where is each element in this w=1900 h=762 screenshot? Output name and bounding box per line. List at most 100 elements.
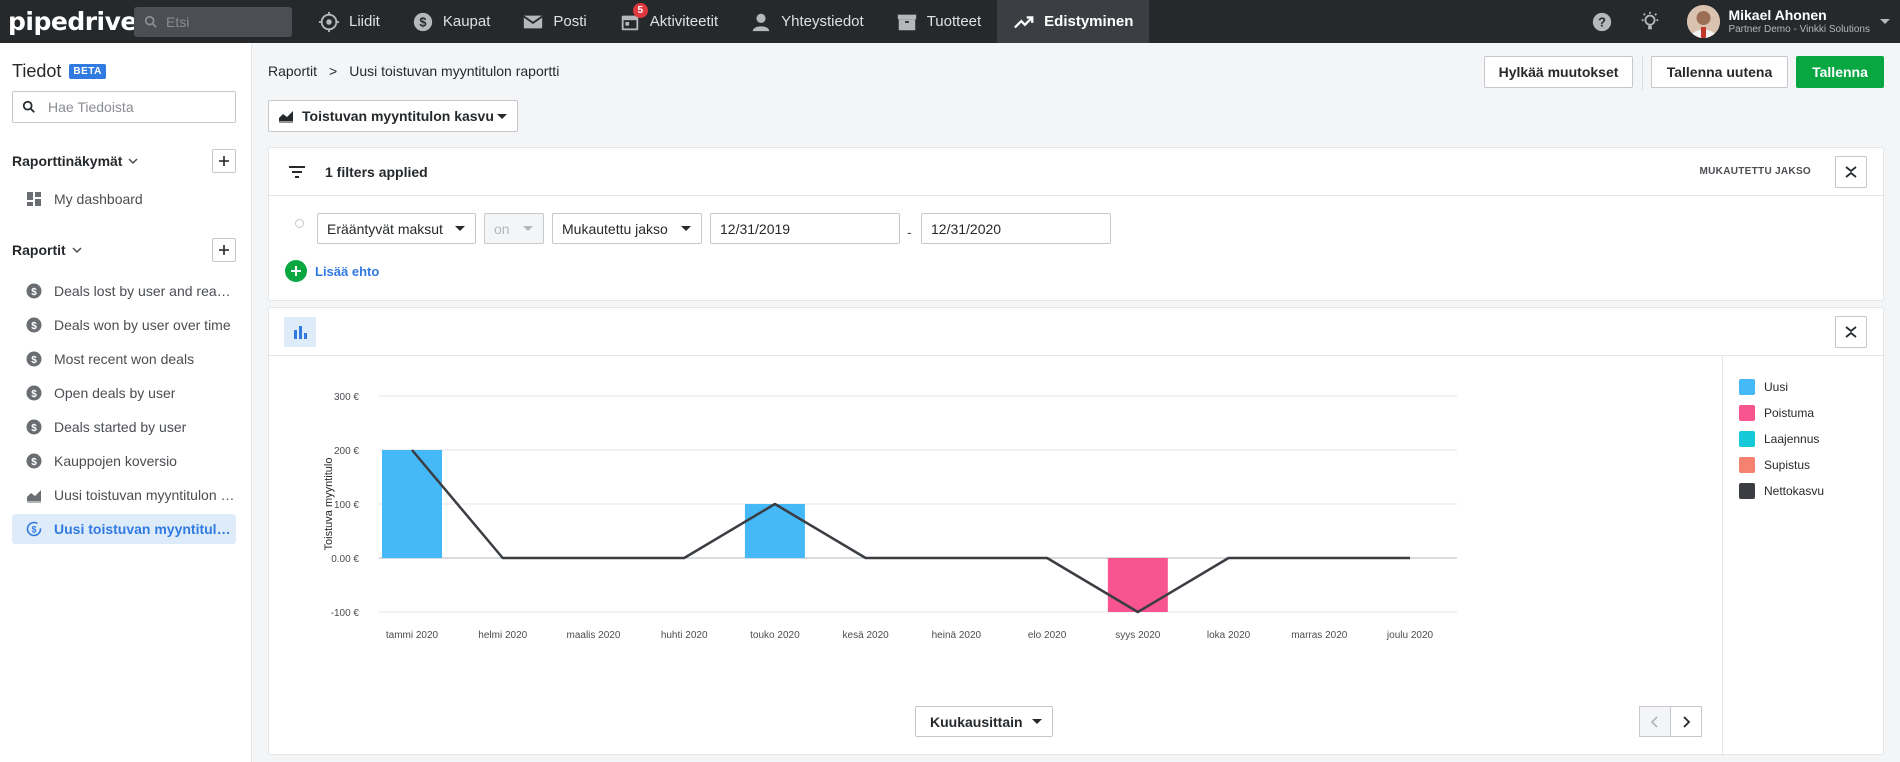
pipedrive-logo[interactable]: pipedrive <box>8 7 137 36</box>
discard-changes-button[interactable]: Hylkää muutokset <box>1484 56 1633 88</box>
chevron-down-icon <box>128 158 138 165</box>
reports-section-header[interactable]: Raportit <box>12 238 236 262</box>
nav-item-activities[interactable]: 5 Aktiviteetit <box>603 0 734 43</box>
bar-uusi[interactable] <box>744 504 805 558</box>
user-menu-chevron-down-icon[interactable] <box>1880 19 1890 24</box>
sidebar-item-label: Open deals by user <box>54 385 176 401</box>
line-nettokasvu[interactable] <box>411 449 1410 614</box>
sidebar-report-item[interactable]: $ Deals started by user <box>12 412 236 442</box>
grouping-select[interactable]: Kuukausittain <box>915 706 1053 737</box>
collapse-chart-button[interactable] <box>1835 316 1867 348</box>
nav-item-deals[interactable]: $ Kaupat <box>396 0 507 43</box>
legend-item-uusi[interactable]: Uusi <box>1739 374 1824 400</box>
previous-page-button[interactable] <box>1639 706 1671 737</box>
add-condition-button[interactable]: Lisää ehto <box>285 260 379 282</box>
sidebar-item-my-dashboard[interactable]: My dashboard <box>12 184 236 214</box>
sidebar-report-item-active[interactable]: $ Uusi toistuvan myyntitulon raportti <box>12 514 236 544</box>
sidebar-item-label: Uusi toistuvan myyntitulon raportti <box>54 487 236 503</box>
legend-item-laajennus[interactable]: Laajennus <box>1739 426 1824 452</box>
x-tick-label: huhti 2020 <box>661 630 708 641</box>
user-menu[interactable]: Mikael Ahonen Partner Demo - Vinkki Solu… <box>1728 7 1870 37</box>
sidebar-report-item[interactable]: Uusi toistuvan myyntitulon raportti <box>12 480 236 510</box>
chevron-right-icon <box>1683 715 1691 728</box>
sidebar-report-item[interactable]: $ Deals won by user over time <box>12 310 236 340</box>
bar-poistuma[interactable] <box>1107 558 1168 612</box>
legend-item-poistuma[interactable]: Poistuma <box>1739 400 1824 426</box>
nav-item-contacts[interactable]: Yhteystiedot <box>734 0 880 43</box>
sidebar-search-placeholder: Hae Tiedoista <box>48 99 134 115</box>
x-tick-label: joulu 2020 <box>1386 630 1434 641</box>
target-icon <box>318 11 340 32</box>
recurring-revenue-icon: $ <box>26 521 42 537</box>
sidebar-title: Tiedot BETA <box>12 61 106 82</box>
filter-date-to-input[interactable]: 12/31/2020 <box>921 213 1111 244</box>
nav-item-label: Posti <box>553 13 587 30</box>
filter-field-select[interactable]: Erääntyvät maksut <box>317 213 476 244</box>
box-icon <box>897 14 916 30</box>
sidebar-item-label: Deals lost by user and reason <box>54 283 236 299</box>
sidebar-item-label: Kauppojen koversio <box>54 453 177 469</box>
report-type-select[interactable]: Toistuvan myyntitulon kasvu <box>268 100 518 132</box>
dollar-icon: $ <box>26 283 42 299</box>
chart-type-button[interactable] <box>284 317 316 347</box>
chevron-down-icon <box>523 226 533 231</box>
sidebar-search-input[interactable]: Hae Tiedoista <box>12 91 236 123</box>
save-as-new-button[interactable]: Tallenna uutena <box>1651 56 1788 88</box>
plus-icon <box>219 156 229 166</box>
user-avatar[interactable] <box>1687 5 1721 38</box>
help-icon[interactable]: ? <box>1591 11 1613 33</box>
legend-label: Nettokasvu <box>1764 484 1825 498</box>
nav-item-leads[interactable]: Liidit <box>302 0 396 43</box>
chart-x-ticks: tammi 2020 helmi 2020 maalis 2020 huhti 202… <box>386 630 1434 641</box>
dollar-icon: $ <box>26 419 42 435</box>
add-report-button[interactable] <box>212 238 236 262</box>
legend-swatch <box>1739 379 1755 395</box>
breadcrumb-root[interactable]: Raportit <box>268 63 317 79</box>
filter-period-select[interactable]: Mukautettu jakso <box>552 213 702 244</box>
filter-field-value: Erääntyvät maksut <box>327 220 443 237</box>
save-button[interactable]: Tallenna <box>1796 56 1884 88</box>
y-tick-label: 0.00 € <box>331 554 359 565</box>
sidebar-item-label: Deals won by user over time <box>54 317 231 333</box>
chevron-down-icon <box>681 226 691 231</box>
chevron-down-icon <box>455 226 465 231</box>
y-tick-label: -100 € <box>331 608 360 619</box>
area-chart-icon <box>27 490 41 503</box>
dashboards-section-header[interactable]: Raporttinäkymät <box>12 149 236 173</box>
lightbulb-icon[interactable] <box>1639 11 1661 33</box>
nav-item-label: Kaupat <box>442 13 491 30</box>
svg-text:$: $ <box>31 321 37 332</box>
svg-text:$: $ <box>419 14 426 29</box>
legend-item-nettokasvu[interactable]: Nettokasvu <box>1739 478 1824 504</box>
filter-operator-select: on <box>484 213 544 244</box>
search-icon <box>144 15 157 28</box>
collapse-icon <box>1845 166 1857 178</box>
x-tick-label: marras 2020 <box>1291 630 1348 641</box>
dollar-icon: $ <box>26 351 42 367</box>
nav-item-products[interactable]: Tuotteet <box>880 0 997 43</box>
revenue-chart: 300 € 200 € 100 € 0.00 € -100 € tammi 2020 he… <box>323 392 1457 641</box>
chart-bars <box>382 450 1168 612</box>
filter-period-value: Mukautettu jakso <box>562 220 668 237</box>
next-page-button[interactable] <box>1670 706 1702 737</box>
sidebar-report-item[interactable]: $ Kauppojen koversio <box>12 446 236 476</box>
insights-sidebar: Tiedot BETA Hae Tiedoista Raporttinäkymä… <box>0 43 252 762</box>
sidebar-report-item[interactable]: $ Most recent won deals <box>12 344 236 374</box>
x-tick-label: elo 2020 <box>1028 630 1067 641</box>
report-type-label: Toistuvan myyntitulon kasvu <box>302 108 494 124</box>
global-search-input[interactable]: Etsi <box>134 6 292 37</box>
collapse-filters-button[interactable] <box>1835 156 1867 188</box>
dollar-icon: $ <box>26 385 42 401</box>
add-dashboard-button[interactable] <box>212 149 236 173</box>
bar-uusi[interactable] <box>382 450 442 558</box>
chart-legend: Uusi Poistuma Laajennus Supistus Nettokasvu <box>1739 374 1824 504</box>
nav-item-mail[interactable]: Posti <box>506 0 602 43</box>
sidebar-report-item[interactable]: $ Deals lost by user and reason <box>12 276 236 306</box>
sidebar-report-item[interactable]: $ Open deals by user <box>12 378 236 408</box>
filter-date-from-input[interactable]: 12/31/2019 <box>710 213 900 244</box>
svg-text:$: $ <box>31 457 37 468</box>
nav-item-insights[interactable]: Edistyminen <box>997 0 1150 43</box>
svg-text:$: $ <box>31 287 37 298</box>
sidebar-item-label: My dashboard <box>54 191 143 207</box>
legend-item-supistus[interactable]: Supistus <box>1739 452 1824 478</box>
